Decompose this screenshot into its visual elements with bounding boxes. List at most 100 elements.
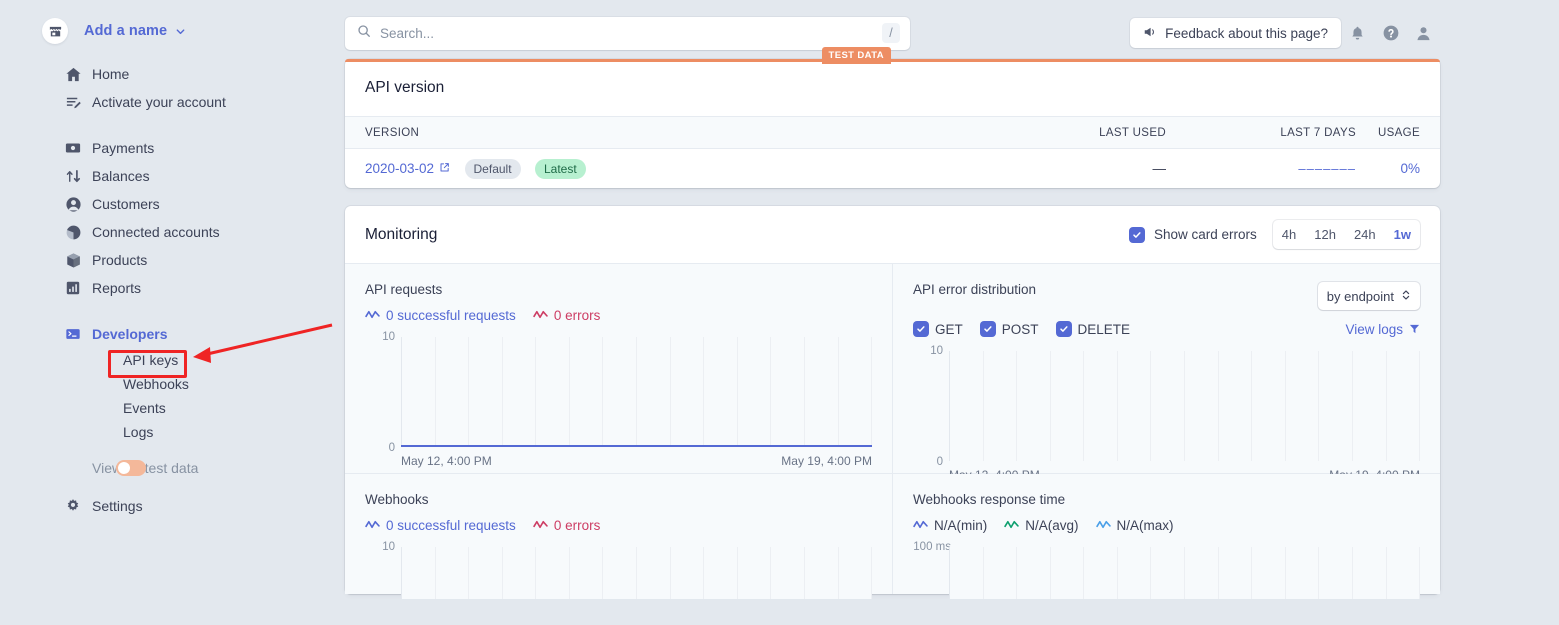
range-4h[interactable]: 4h bbox=[1273, 220, 1305, 249]
legend-label: 0 errors bbox=[553, 308, 601, 323]
error-grouping-select[interactable]: by endpoint bbox=[1317, 282, 1420, 310]
sidebar-item-api-keys[interactable]: API keys bbox=[0, 348, 340, 372]
activate-icon bbox=[64, 93, 82, 111]
customers-icon bbox=[64, 195, 82, 213]
last-7-days-sparkline: ––––––– bbox=[1298, 161, 1356, 176]
legend-item: N/A(max) bbox=[1095, 518, 1174, 533]
sidebar-item-label: Activate your account bbox=[92, 94, 226, 110]
y-axis-top-label: 10 bbox=[382, 331, 395, 343]
x-axis-end-label: May 19, 4:00 PM bbox=[781, 454, 872, 468]
feedback-button[interactable]: Feedback about this page? bbox=[1130, 18, 1341, 48]
chart-webhooks: 10 bbox=[365, 541, 873, 599]
sidebar-subitem-label: Logs bbox=[123, 424, 154, 440]
monitoring-card: Monitoring Show card errors 4h 12h 24h 1… bbox=[345, 206, 1440, 599]
method-label: POST bbox=[1001, 321, 1039, 337]
topbar: Search... / Feedback about this page? bbox=[345, 0, 1440, 55]
app-root: Add a name Home Activate your account Pa… bbox=[0, 0, 1559, 625]
search-shortcut-key: / bbox=[882, 23, 900, 43]
range-24h[interactable]: 24h bbox=[1345, 220, 1385, 249]
sidebar-item-products[interactable]: Products bbox=[0, 246, 340, 274]
legend-label: 0 successful requests bbox=[386, 518, 516, 533]
chart-plot-area bbox=[949, 351, 1421, 461]
sidebar-item-balances[interactable]: Balances bbox=[0, 162, 340, 190]
range-12h[interactable]: 12h bbox=[1305, 220, 1345, 249]
account-icon[interactable] bbox=[1407, 18, 1440, 48]
panel-header: API requests bbox=[365, 282, 872, 297]
search-placeholder: Search... bbox=[380, 25, 435, 41]
sparkline-icon bbox=[533, 518, 548, 533]
topbar-actions: Feedback about this page? bbox=[1130, 18, 1440, 48]
check-icon bbox=[979, 321, 996, 337]
time-range-selector: 4h 12h 24h 1w bbox=[1272, 220, 1420, 249]
payments-icon bbox=[64, 139, 82, 157]
method-filter-delete[interactable]: DELETE bbox=[1055, 321, 1130, 337]
view-logs-label: View logs bbox=[1345, 321, 1403, 337]
y-axis-bottom-label: 0 bbox=[388, 442, 395, 454]
check-icon bbox=[1128, 226, 1145, 243]
api-version-card: TEST DATA API version VERSION LAST USED … bbox=[345, 47, 1440, 188]
connected-accounts-icon bbox=[64, 223, 82, 241]
show-card-errors-label: Show card errors bbox=[1153, 227, 1257, 242]
sidebar-item-connected-accounts[interactable]: Connected accounts bbox=[0, 218, 340, 246]
sidebar-subitem-label: API keys bbox=[123, 352, 179, 368]
legend-item: 0 successful requests bbox=[365, 308, 516, 323]
panel-legend: N/A(min) N/A(avg) N/A(max) bbox=[913, 518, 1420, 533]
sparkline-icon bbox=[1004, 518, 1019, 533]
sidebar-item-label: Balances bbox=[92, 168, 150, 184]
sidebar-item-home[interactable]: Home bbox=[0, 60, 340, 88]
version-cell: 2020-03-02 Default Latest bbox=[365, 158, 956, 179]
products-icon bbox=[64, 251, 82, 269]
help-icon[interactable] bbox=[1374, 18, 1407, 48]
sidebar-item-label: Home bbox=[92, 66, 130, 82]
sidebar-item-payments[interactable]: Payments bbox=[0, 134, 340, 162]
sidebar-item-logs[interactable]: Logs bbox=[0, 420, 340, 444]
panel-webhooks: Webhooks 0 successful requests 0 errors bbox=[345, 474, 892, 599]
sidebar-item-label: Reports bbox=[92, 280, 142, 296]
legend-label: N/A(max) bbox=[1116, 518, 1174, 533]
panel-title: Webhooks response time bbox=[913, 492, 1066, 507]
sidebar-item-label: Customers bbox=[92, 196, 160, 212]
show-card-errors-checkbox[interactable]: Show card errors bbox=[1128, 226, 1257, 243]
monitoring-title: Monitoring bbox=[365, 225, 438, 243]
monitoring-row-2: Webhooks 0 successful requests 0 errors bbox=[345, 473, 1440, 599]
status-badge-default: Default bbox=[464, 158, 521, 179]
panel-api-requests: API requests 0 successful requests 0 err… bbox=[345, 264, 892, 473]
legend-item: 0 errors bbox=[533, 308, 601, 323]
status-badge-latest: Latest bbox=[535, 158, 586, 179]
sidebar-item-events[interactable]: Events bbox=[0, 396, 340, 420]
chart-api-error-distribution: 10 0 bbox=[913, 345, 1421, 468]
panel-title: API requests bbox=[365, 282, 443, 297]
select-value: by endpoint bbox=[1326, 288, 1394, 304]
sidebar-item-activate-your-account[interactable]: Activate your account bbox=[0, 88, 340, 116]
y-axis-top-label: 10 bbox=[382, 541, 395, 553]
method-label: GET bbox=[935, 321, 963, 337]
sidebar-item-webhooks[interactable]: Webhooks bbox=[0, 372, 340, 396]
account-name: Add a name bbox=[84, 23, 168, 39]
sidebar-item-developers[interactable]: Developers bbox=[0, 320, 340, 348]
view-logs-link[interactable]: View logs bbox=[1345, 322, 1420, 337]
api-version-table-header: VERSION LAST USED LAST 7 DAYS USAGE bbox=[345, 116, 1440, 149]
viewing-test-data-toggle[interactable]: Viewing test data bbox=[0, 454, 340, 482]
chart-plot-area bbox=[949, 547, 1421, 599]
sparkline-icon bbox=[913, 518, 928, 533]
legend-item: 0 successful requests bbox=[365, 518, 516, 533]
version-link[interactable]: 2020-03-02 bbox=[365, 161, 450, 176]
chart-zero-series-line bbox=[401, 445, 872, 447]
monitoring-header: Monitoring Show card errors 4h 12h 24h 1… bbox=[345, 206, 1440, 263]
range-1w[interactable]: 1w bbox=[1385, 220, 1420, 249]
account-switcher[interactable]: Add a name bbox=[0, 12, 340, 50]
sidebar: Add a name Home Activate your account Pa… bbox=[0, 0, 340, 625]
search-input[interactable]: Search... / bbox=[345, 16, 910, 50]
panel-header: API error distribution by endpoint bbox=[913, 282, 1420, 310]
method-filter-post[interactable]: POST bbox=[979, 321, 1039, 337]
method-filter-get[interactable]: GET bbox=[913, 321, 963, 337]
legend-label: 0 errors bbox=[553, 518, 601, 533]
usage-value: 0% bbox=[1400, 161, 1420, 176]
sidebar-item-reports[interactable]: Reports bbox=[0, 274, 340, 302]
legend-label: N/A(avg) bbox=[1025, 518, 1079, 533]
bell-icon[interactable] bbox=[1341, 18, 1374, 48]
sidebar-item-settings[interactable]: Settings bbox=[0, 492, 340, 520]
sidebar-item-customers[interactable]: Customers bbox=[0, 190, 340, 218]
version-value: 2020-03-02 bbox=[365, 160, 435, 176]
panel-legend: 0 successful requests 0 errors bbox=[365, 308, 872, 323]
